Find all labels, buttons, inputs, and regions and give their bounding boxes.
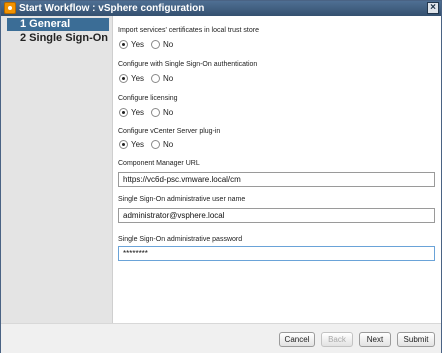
component-manager-url-input[interactable]: https://vc6d-psc.vmware.local/cm (118, 172, 435, 187)
configure-sso-label: Configure with Single Sign-On authentica… (118, 61, 258, 68)
configure-licensing-no-radio[interactable] (151, 108, 160, 117)
no-label: No (163, 140, 174, 149)
back-button[interactable]: Back (321, 332, 353, 347)
title-bar[interactable]: Start Workflow : vSphere configuration × (1, 1, 441, 16)
no-label: No (163, 108, 174, 117)
import-certs-yes-radio[interactable] (119, 40, 128, 49)
dialog-footer: Cancel Back Next Submit (1, 323, 441, 353)
import-certs-no-radio[interactable] (151, 40, 160, 49)
configure-licensing-yes-radio[interactable] (119, 108, 128, 117)
submit-button[interactable]: Submit (397, 332, 435, 347)
next-button[interactable]: Next (359, 332, 391, 347)
configure-licensing-radio-group: Yes No (118, 108, 198, 119)
cancel-button[interactable]: Cancel (279, 332, 315, 347)
import-certs-radio-group: Yes No (118, 40, 198, 51)
sso-admin-user-input[interactable]: administrator@vsphere.local (118, 208, 435, 223)
form-panel: Import services' certificates in local t… (114, 16, 441, 323)
window-title: Start Workflow : vSphere configuration (19, 3, 205, 14)
configure-sso-no-radio[interactable] (151, 74, 160, 83)
sso-admin-password-label: Single Sign-On administrative password (118, 236, 243, 243)
configure-plugin-label: Configure vCenter Server plug-in (118, 128, 221, 135)
import-certs-label: Import services' certificates in local t… (118, 27, 259, 34)
configure-plugin-no-radio[interactable] (151, 140, 160, 149)
configure-plugin-radio-group: Yes No (118, 140, 198, 151)
yes-label: Yes (131, 40, 145, 49)
yes-label: Yes (131, 108, 145, 117)
no-label: No (163, 74, 174, 83)
sso-admin-user-label: Single Sign-On administrative user name (118, 196, 246, 203)
close-button[interactable]: × (427, 2, 439, 14)
no-label: No (163, 40, 174, 49)
configure-licensing-label: Configure licensing (118, 95, 178, 102)
yes-label: Yes (131, 74, 145, 83)
configure-sso-yes-radio[interactable] (119, 74, 128, 83)
steps-sidebar: 1 General 2 Single Sign-On (1, 16, 113, 323)
workflow-dialog: Start Workflow : vSphere configuration ×… (0, 0, 442, 353)
yes-label: Yes (131, 140, 145, 149)
configure-sso-radio-group: Yes No (118, 74, 198, 85)
orchestrator-icon (4, 2, 16, 14)
step-single-sign-on[interactable]: 2 Single Sign-On (7, 32, 109, 45)
sso-admin-password-input[interactable]: ******** (118, 246, 435, 261)
configure-plugin-yes-radio[interactable] (119, 140, 128, 149)
step-general[interactable]: 1 General (7, 18, 109, 31)
component-manager-url-label: Component Manager URL (118, 160, 200, 167)
